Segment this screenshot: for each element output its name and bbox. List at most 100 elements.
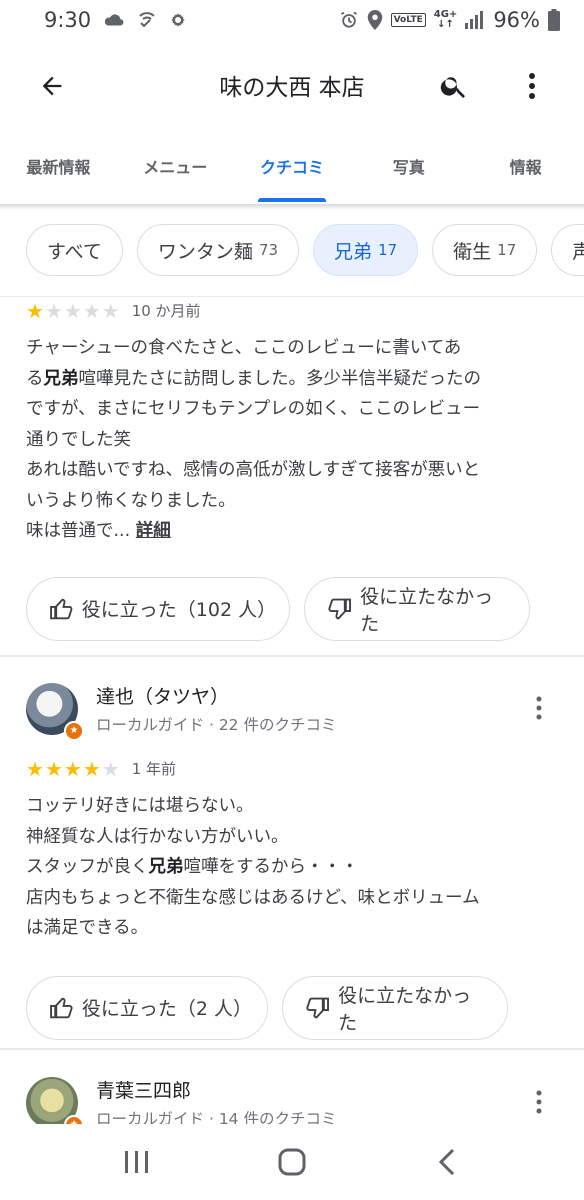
star-icon: ★ — [44, 756, 63, 781]
review-line: あれは酷いですね、感情の高低が激しすぎて接客が悪いと — [26, 460, 481, 480]
review-more-button[interactable] — [524, 1082, 554, 1122]
review-line: は満足できる。 — [26, 918, 149, 938]
review-line: 通りでした笑 — [26, 429, 131, 450]
tab-bar: 最新情報 メニュー クチコミ 写真 情報 — [0, 140, 584, 204]
chips-divider — [0, 296, 584, 297]
thumb-up-icon — [50, 598, 73, 619]
star-icon: ★ — [26, 298, 44, 323]
highlight-keyword: 兄弟 — [43, 368, 79, 389]
review-line-last: 味は普通で... 詳細 — [26, 521, 171, 541]
helpful-button[interactable]: 役に立った（2 人） — [26, 975, 268, 1040]
review-line: スタッフが良く兄弟喧嘩をするから・・・ — [26, 857, 359, 877]
review-date: 10 か月前 — [131, 302, 201, 320]
home-button[interactable] — [262, 1132, 322, 1192]
home-icon — [278, 1148, 306, 1176]
filter-chips: すべて ワンタン麺 73 兄弟 17 衛生 17 声 — [26, 224, 584, 276]
alarm-icon — [339, 10, 359, 30]
reviewer-name: 達也（タツヤ） — [96, 686, 230, 708]
review-line: る兄弟喧嘩見たさに訪問しました。多少半信半疑だったの — [26, 368, 481, 389]
network-type: 4G+ ↓↑ — [433, 9, 458, 30]
more-options-button[interactable] — [512, 66, 552, 106]
review-more-button[interactable] — [524, 688, 554, 728]
reviewer-name: 青葉三四郎 — [96, 1080, 192, 1102]
tab-updates[interactable]: 最新情報 — [0, 140, 117, 204]
reviewer-header[interactable]: ★ 達也（タツヤ） ローカルガイド · 22 件のクチコミ — [26, 682, 336, 741]
volte-icon: VoLTE — [390, 13, 426, 27]
review-text: チャーシューの食べたさと、ここのレビューに書いてあ る兄弟喧嘩見たさに訪問しまし… — [0, 333, 584, 547]
helpful-button[interactable]: 役に立った（102 人） — [26, 576, 290, 641]
review-text: コッテリ好きには堪らない。 神経質な人は行かない方がいい。 スタッフが良く兄弟喧… — [0, 791, 584, 944]
star-rating: ★ ★ ★ ★ ★ — [26, 301, 120, 321]
chip-wonton-noodle[interactable]: ワンタン麺 73 — [136, 224, 300, 276]
avatar[interactable]: ★ — [26, 682, 84, 741]
reviewer-info: 達也（タツヤ） ローカルガイド · 22 件のクチコミ — [96, 682, 336, 735]
chip-brothers[interactable]: 兄弟 17 — [313, 224, 419, 276]
app-bar: 味の大西 本店 — [0, 44, 584, 128]
more-vert-icon — [529, 73, 535, 99]
page-title: 味の大西 本店 — [219, 75, 365, 101]
thumb-down-icon — [306, 997, 329, 1018]
cloud-icon — [103, 12, 125, 28]
location-icon — [367, 10, 383, 30]
review-line: いうより怖くなりました。 — [26, 490, 236, 511]
review-line: チャーシューの食べたさと、ここのレビューに書いてあ — [26, 338, 462, 358]
recent-apps-button[interactable] — [107, 1132, 167, 1192]
battery-icon — [548, 9, 560, 31]
nav-back-button[interactable] — [417, 1132, 477, 1192]
recents-icon — [125, 1151, 149, 1173]
review-line: コッテリ好きには堪らない。 — [26, 796, 254, 816]
star-icon: ★ — [26, 756, 44, 781]
highlight-keyword: 兄弟 — [148, 857, 184, 877]
review-divider — [0, 1048, 584, 1050]
signal-icon — [465, 11, 485, 29]
thumb-up-icon — [50, 997, 73, 1018]
tab-photos[interactable]: 写真 — [350, 140, 467, 204]
star-icon: ★ — [82, 298, 101, 323]
review-line: 神経質な人は行かない方がいい。 — [26, 826, 289, 847]
review-divider — [0, 655, 584, 657]
chip-hygiene[interactable]: 衛生 17 — [432, 224, 538, 276]
wifi-calling-icon — [137, 10, 157, 30]
review-actions: 役に立った（102 人） 役に立たなかった — [0, 576, 584, 641]
system-nav-bar — [0, 1124, 584, 1200]
tab-menu[interactable]: メニュー — [117, 140, 234, 204]
star-icon: ★ — [44, 298, 63, 323]
more-vert-icon — [536, 696, 542, 720]
not-helpful-button[interactable]: 役に立たなかった — [282, 975, 508, 1040]
review-card: ★ ★ ★ ★ ★ 10 か月前 チャーシューの食べたさと、ここのレビューに書い… — [0, 300, 584, 641]
avatar[interactable]: ★ — [26, 1076, 84, 1135]
thumb-down-icon — [328, 598, 351, 619]
rating-row: ★ ★ ★ ★ ★ 1 年前 — [0, 758, 584, 779]
tab-indicator — [257, 198, 327, 202]
star-icon: ★ — [82, 756, 101, 781]
chip-voice[interactable]: 声 — [551, 224, 584, 276]
reviewer-header[interactable]: ★ 青葉三四郎 ローカルガイド · 14 件のクチコミ — [26, 1076, 336, 1135]
review-line: 店内もちょっと不衛生な感じはあるけど、味とボリューム — [26, 887, 480, 908]
star-icon: ★ — [63, 298, 82, 323]
star-icon: ★ — [63, 756, 82, 781]
review-card: ★ ★ ★ ★ ★ 1 年前 コッテリ好きには堪らない。 神経質な人は行かない方… — [0, 758, 584, 1040]
search-button[interactable] — [434, 66, 474, 106]
review-line: ですが、まさにセリフもテンプレの如く、ここのレビュー — [26, 399, 481, 419]
search-icon — [440, 77, 465, 98]
status-time: 9:30 — [44, 8, 92, 32]
settings-icon — [169, 11, 187, 29]
star-icon: ★ — [101, 298, 120, 323]
tabs-shadow — [0, 204, 584, 210]
read-more-link[interactable]: 詳細 — [136, 521, 171, 541]
local-guide-badge-icon: ★ — [64, 720, 84, 741]
more-vert-icon — [536, 1090, 542, 1114]
review-date: 1 年前 — [131, 760, 176, 778]
reviewer-subtitle: ローカルガイド · 22 件のクチコミ — [96, 716, 337, 734]
chip-all[interactable]: すべて — [26, 224, 123, 276]
star-rating: ★ ★ ★ ★ ★ — [26, 759, 120, 779]
tab-info[interactable]: 情報 — [467, 140, 584, 204]
status-bar: 9:30 VoLTE 4G+ ↓↑ 96% — [0, 0, 584, 40]
review-actions: 役に立った（2 人） 役に立たなかった — [0, 975, 584, 1040]
not-helpful-button[interactable]: 役に立たなかった — [304, 576, 530, 641]
battery-percent: 96% — [493, 8, 540, 32]
reviewer-info: 青葉三四郎 ローカルガイド · 14 件のクチコミ — [96, 1076, 336, 1129]
star-icon: ★ — [101, 756, 120, 781]
chevron-left-icon — [438, 1148, 454, 1176]
tab-reviews[interactable]: クチコミ — [234, 140, 351, 204]
